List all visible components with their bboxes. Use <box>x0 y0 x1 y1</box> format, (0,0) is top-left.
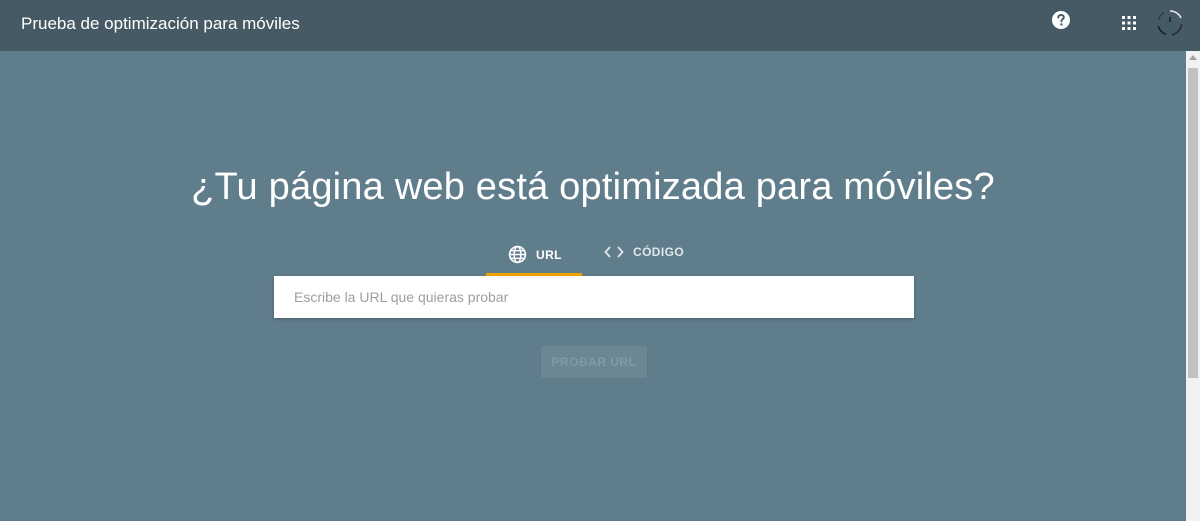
app-title: Prueba de optimización para móviles <box>21 14 300 33</box>
vertical-scrollbar[interactable] <box>1186 51 1200 521</box>
url-input-container <box>274 276 914 318</box>
apps-grid-icon[interactable] <box>1121 15 1137 31</box>
tab-code-label: CÓDIGO <box>633 245 685 259</box>
scrollbar-thumb[interactable] <box>1188 68 1198 378</box>
avatar-loading-icon[interactable] <box>1154 7 1186 39</box>
help-icon[interactable] <box>1051 10 1071 30</box>
main-content: ¿Tu página web está optimizada para móvi… <box>0 51 1186 521</box>
tab-code[interactable]: CÓDIGO <box>596 239 694 273</box>
url-input[interactable] <box>274 276 914 318</box>
scroll-up-arrow-icon[interactable] <box>1189 55 1197 60</box>
tab-url[interactable]: URL <box>486 239 582 276</box>
page-heading: ¿Tu página web está optimizada para móvi… <box>191 166 995 208</box>
globe-icon <box>508 245 527 264</box>
code-icon <box>604 246 624 258</box>
tab-url-label: URL <box>536 247 562 262</box>
app-header: Prueba de optimización para móviles <box>0 0 1200 51</box>
test-url-button[interactable]: PROBAR URL <box>541 346 647 378</box>
